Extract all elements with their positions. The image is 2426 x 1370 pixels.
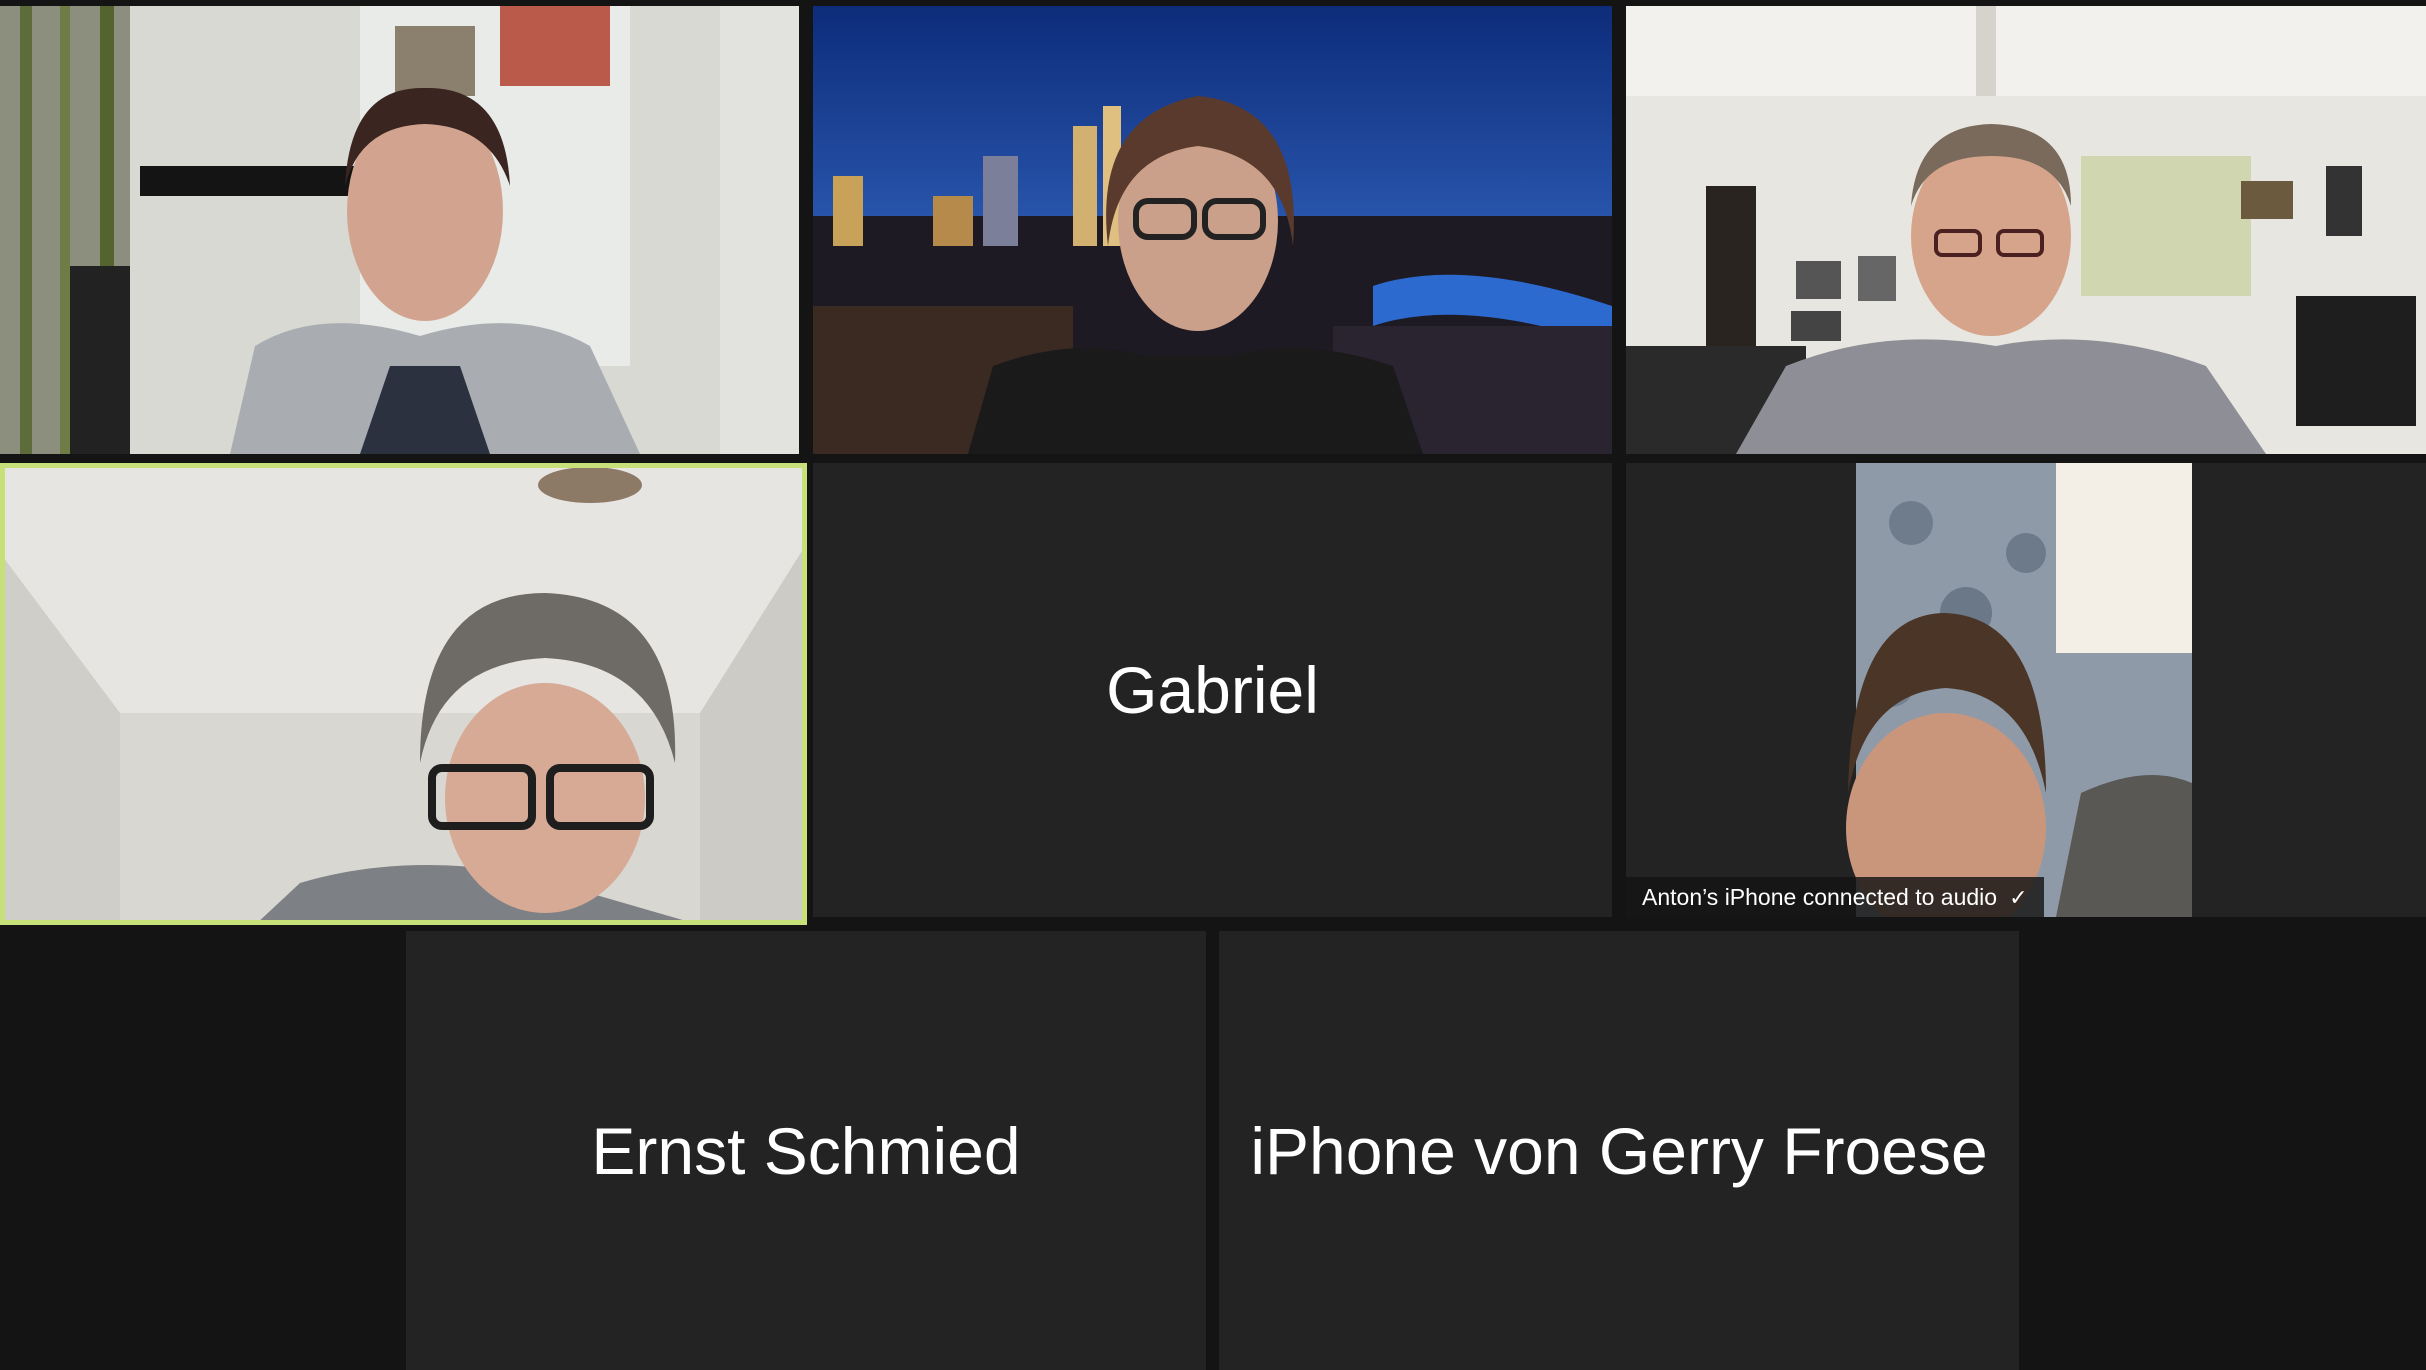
video-tile-woman-office[interactable]	[0, 6, 799, 454]
video-tile-man-glasses[interactable]	[0, 463, 807, 925]
participant-video	[0, 463, 807, 925]
participant-name: iPhone von Gerry Froese	[1250, 1113, 1988, 1188]
participant-tile-iphone-gerry-froese[interactable]: iPhone von Gerry Froese	[1219, 931, 2019, 1370]
audio-connected-badge: Anton’s iPhone connected to audio ✓	[1626, 877, 2044, 917]
video-tile-anton-iphone[interactable]: Anton’s iPhone connected to audio ✓	[1626, 463, 2426, 917]
participant-video	[813, 6, 1612, 454]
gallery-view: Gabriel Anton’s iPhone connected to audi…	[0, 0, 2426, 1370]
participant-video	[0, 6, 799, 454]
participant-tile-ernst-schmied[interactable]: Ernst Schmied	[406, 931, 1206, 1370]
video-tile-woman-city[interactable]	[813, 6, 1612, 454]
participant-video	[1626, 463, 2426, 917]
checkmark-icon: ✓	[2009, 885, 2028, 910]
participant-video	[1626, 6, 2426, 454]
video-tile-man-office[interactable]	[1626, 6, 2426, 454]
participant-tile-gabriel[interactable]: Gabriel	[813, 463, 1612, 917]
participant-name: Gabriel	[1106, 653, 1319, 727]
audio-badge-text: Anton’s iPhone connected to audio	[1642, 884, 1998, 910]
participant-name: Ernst Schmied	[591, 1113, 1021, 1188]
